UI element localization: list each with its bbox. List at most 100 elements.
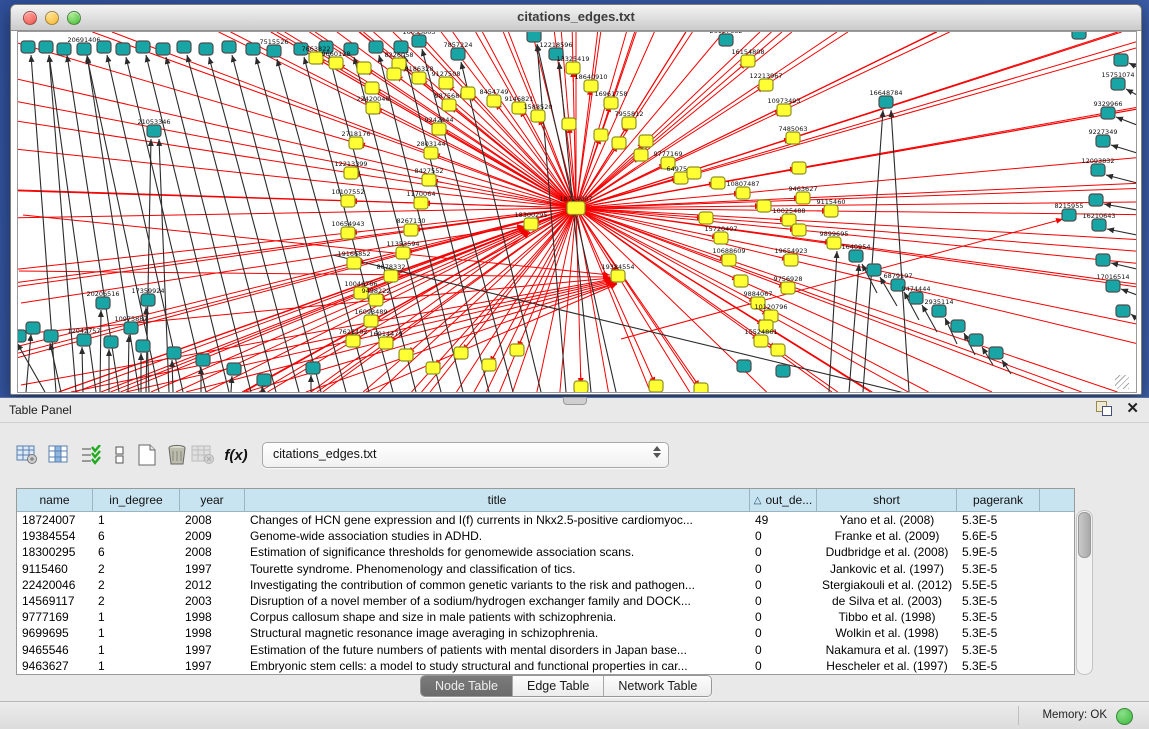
column-header-pagerank[interactable]: pagerank [957,489,1040,511]
graph-node[interactable] [246,43,260,55]
graph-node[interactable] [1096,254,1110,266]
table-row[interactable]: 969969511998Structural magnetic resonanc… [17,625,1074,641]
graph-node[interactable] [771,344,785,356]
graph-node[interactable] [611,270,625,282]
table-tabs[interactable]: Node TableEdge TableNetwork Table [420,675,712,697]
graph-node[interactable] [989,347,1003,359]
table-scrollbar-thumb[interactable] [1078,512,1091,558]
float-panel-icon[interactable] [1096,401,1112,416]
graph-node[interactable] [341,195,355,207]
graph-node[interactable] [21,41,35,53]
graph-node[interactable] [757,200,771,212]
table-selector-dropdown[interactable]: citations_edges.txt [262,442,669,468]
graph-node[interactable] [26,322,40,334]
table-settings-icon[interactable] [15,442,39,468]
graph-node[interactable] [412,72,426,84]
column-header-name[interactable]: name [17,489,93,511]
graph-node[interactable] [1106,280,1120,292]
graph-node[interactable] [722,254,736,266]
graph-node[interactable] [759,79,773,91]
graph-node[interactable] [734,275,748,287]
graph-node[interactable] [147,125,161,137]
graph-node[interactable] [1091,164,1105,176]
graph-node[interactable] [357,62,371,74]
graph-node[interactable] [754,335,768,347]
graph-node[interactable] [1062,209,1076,221]
graph-node[interactable] [909,292,923,304]
graph-node[interactable] [227,363,241,375]
graph-node[interactable] [341,227,355,239]
graph-node[interactable] [932,305,946,317]
column-header-title[interactable]: title [245,489,750,511]
graph-node[interactable] [719,34,733,46]
network-canvas[interactable]: 2069140675155261603380378572248813054122… [17,31,1137,393]
column-width-icon[interactable] [108,442,132,468]
graph-node[interactable] [439,77,453,89]
function-builder-icon[interactable]: f(x) [224,442,248,468]
column-header-year[interactable]: year [180,489,245,511]
graph-node[interactable] [567,202,585,215]
column-header-short[interactable]: short [817,489,957,511]
graph-node[interactable] [649,380,663,392]
table-row[interactable]: 977716911998Corpus callosum shape and si… [17,609,1074,625]
graph-node[interactable] [879,96,893,108]
graph-node[interactable] [687,167,701,179]
graph-node[interactable] [442,99,456,111]
graph-node[interactable] [404,224,418,236]
graph-node[interactable] [96,297,110,309]
graph-node[interactable] [827,237,841,249]
table-row[interactable]: 946554611997Estimation of the future num… [17,642,1074,658]
graph-node[interactable] [396,247,410,259]
new-table-icon[interactable] [135,442,159,468]
graph-node[interactable] [267,45,281,57]
tab-node-table[interactable]: Node Table [421,676,513,696]
graph-node[interactable] [384,270,398,282]
graph-node[interactable] [346,335,360,347]
graph-node[interactable] [18,330,26,342]
graph-node[interactable] [39,41,53,53]
graph-node[interactable] [124,322,138,334]
graph-node[interactable] [379,337,393,349]
graph-node[interactable] [639,135,653,147]
table-row[interactable]: 1830029562008Estimation of significance … [17,544,1074,560]
graph-node[interactable] [574,381,588,392]
node-table[interactable]: namein_degreeyeartitle△out_de...shortpag… [16,488,1075,675]
graph-node[interactable] [1092,219,1106,231]
delete-table-icon[interactable] [165,442,189,468]
graph-node[interactable] [737,360,751,372]
graph-node[interactable] [1111,78,1125,90]
close-panel-icon[interactable]: ✕ [1126,401,1139,416]
graph-node[interactable] [177,41,191,53]
graph-node[interactable] [399,349,413,361]
graph-node[interactable] [786,132,800,144]
graph-node[interactable] [257,374,271,386]
graph-node[interactable] [426,362,440,374]
graph-node[interactable] [365,82,379,94]
graph-node[interactable] [196,354,210,366]
graph-node[interactable] [674,172,688,184]
graph-node[interactable] [77,334,91,346]
graph-node[interactable] [116,43,130,55]
graph-node[interactable] [329,57,343,69]
graph-node[interactable] [741,55,755,67]
graph-node[interactable] [156,43,170,55]
graph-node[interactable] [366,102,380,114]
graph-node[interactable] [711,177,725,189]
graph-node[interactable] [424,147,438,159]
graph-node[interactable] [776,365,790,377]
graph-node[interactable] [199,43,213,55]
table-row[interactable]: 1938455462009Genome-wide association stu… [17,528,1074,544]
graph-node[interactable] [1089,194,1103,206]
graph-node[interactable] [369,41,383,53]
graph-node[interactable] [77,43,91,55]
graph-node[interactable] [784,254,798,266]
table-row[interactable]: 911546021997Tourette syndrome. Phenomeno… [17,561,1074,577]
graph-node[interactable] [699,212,713,224]
graph-node[interactable] [387,68,401,80]
graph-node[interactable] [57,43,71,55]
graph-node[interactable] [694,383,708,392]
table-row[interactable]: 2242004622012Investigating the contribut… [17,577,1074,593]
graph-node[interactable] [714,232,728,244]
graph-node[interactable] [1072,32,1086,39]
table-row[interactable]: 1872400712008Changes of HCN gene express… [17,512,1074,528]
